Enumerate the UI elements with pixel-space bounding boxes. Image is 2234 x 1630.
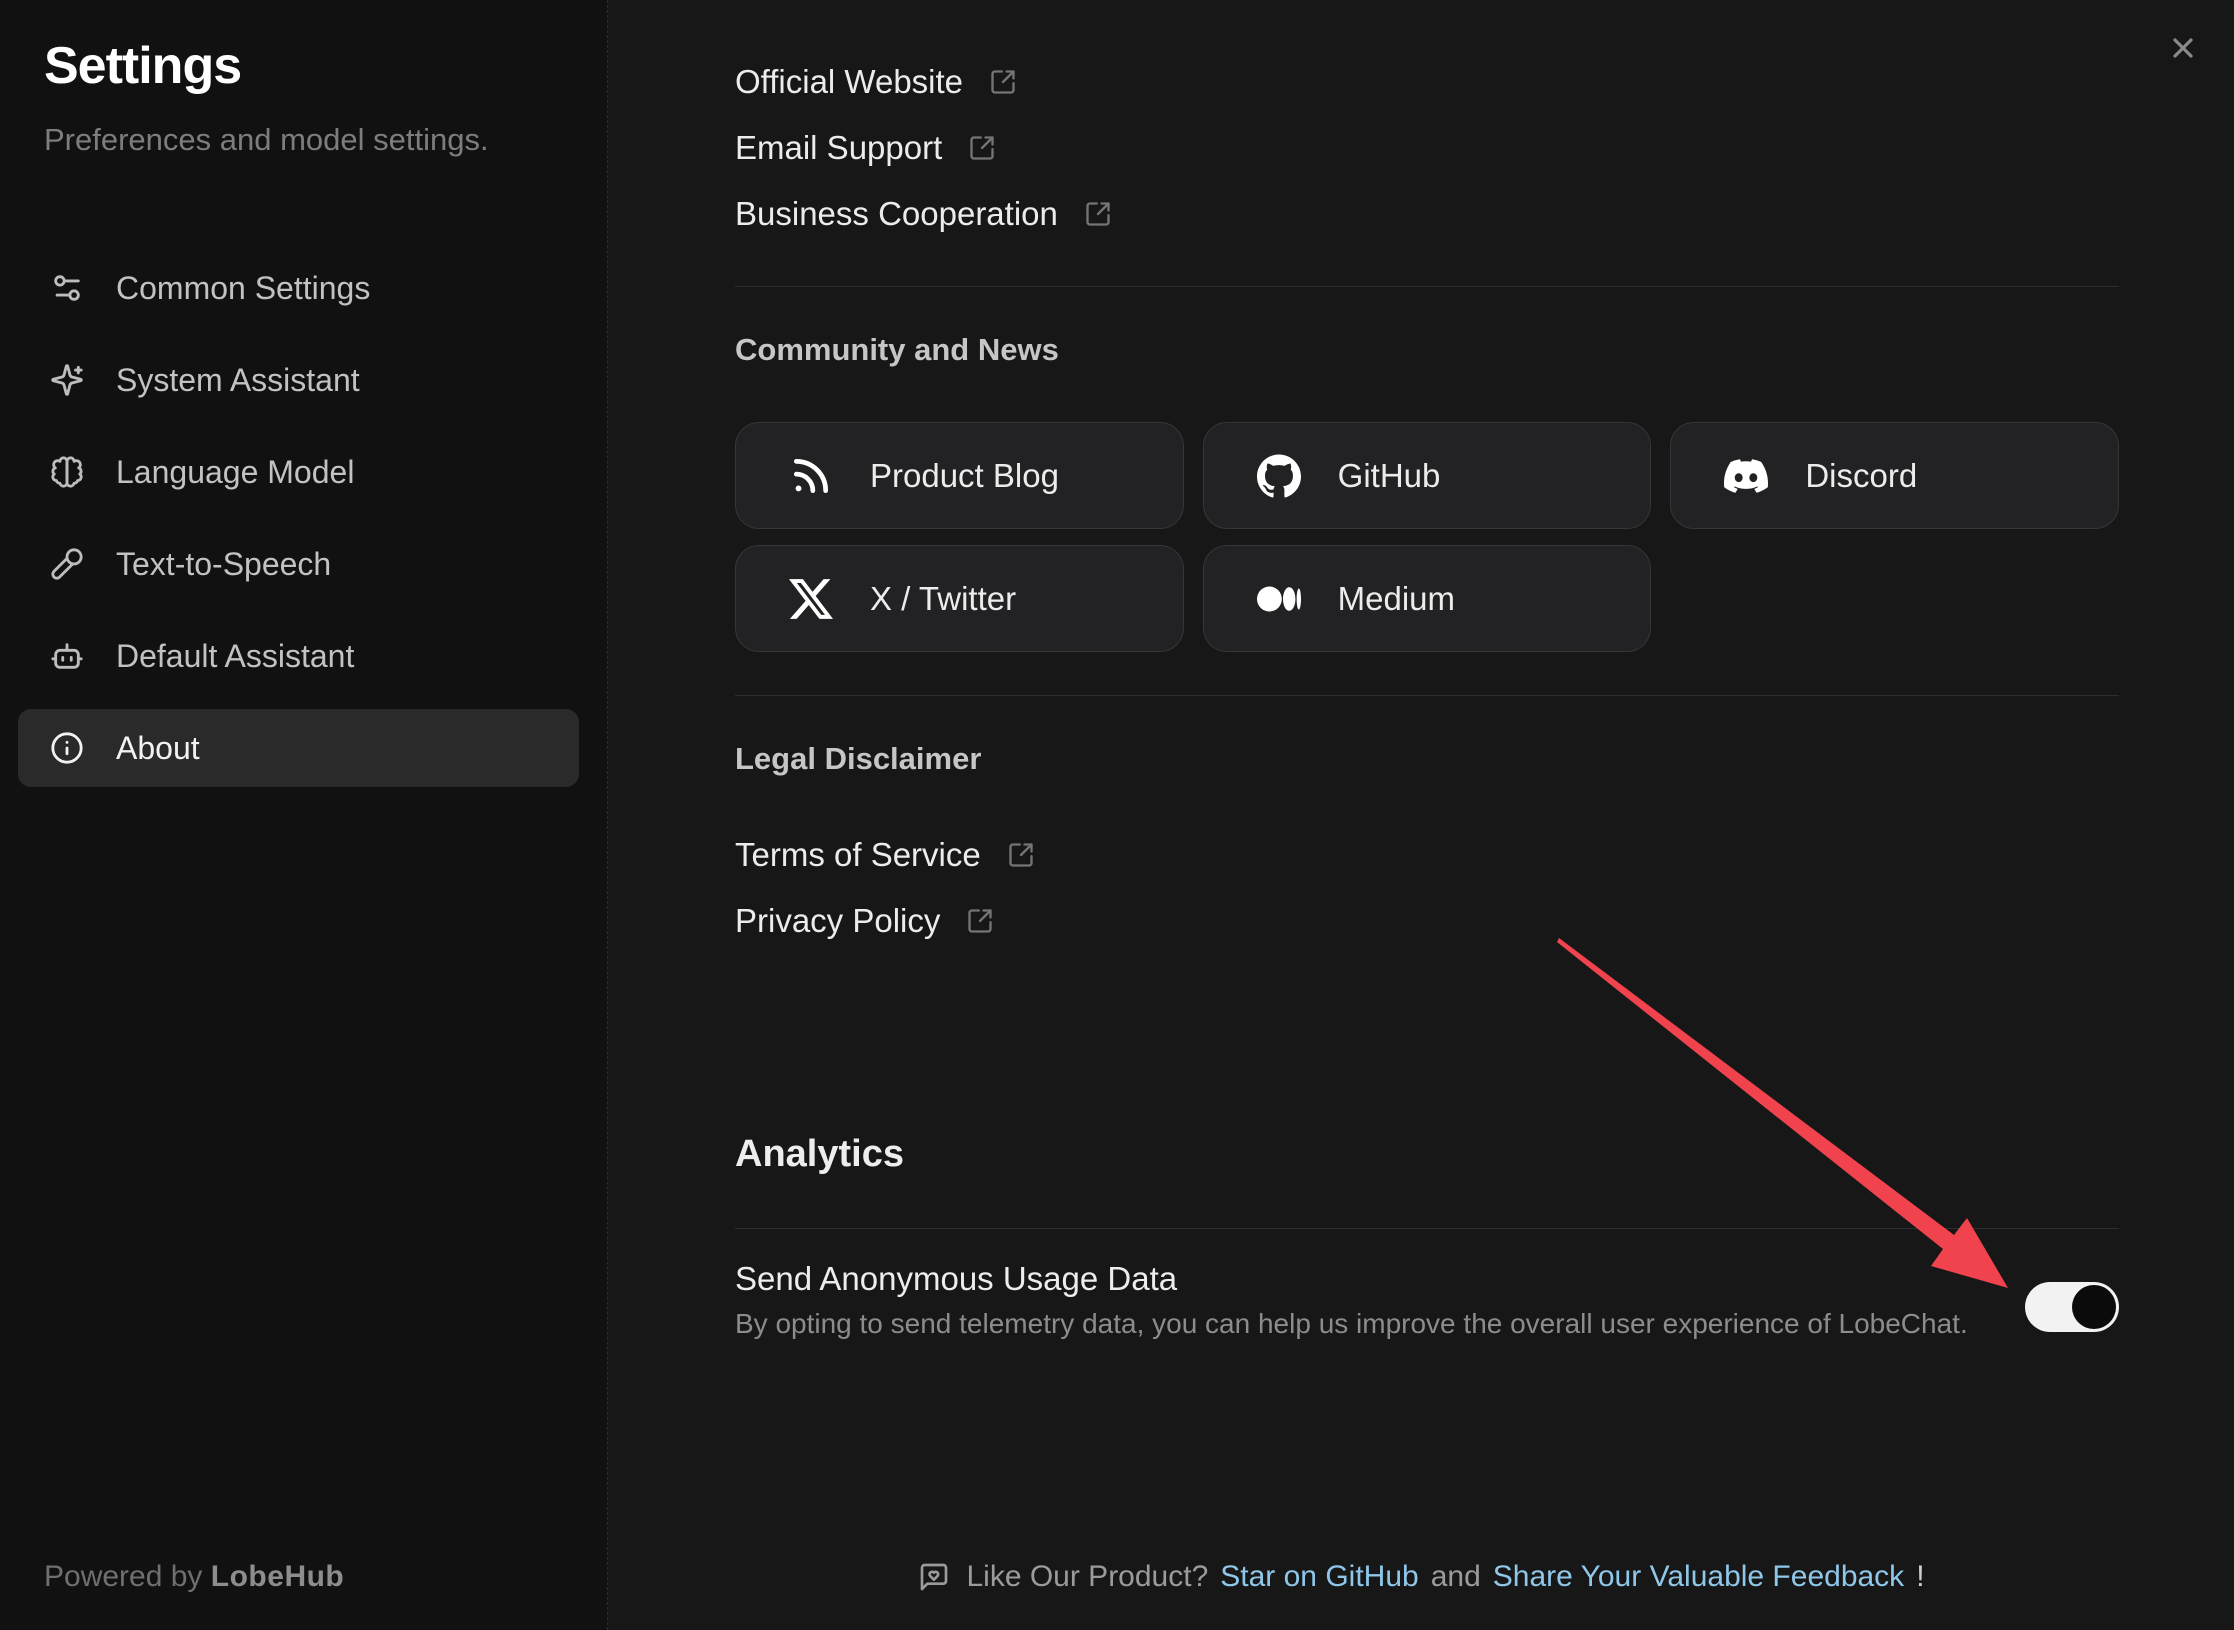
discord-button[interactable]: Discord (1670, 422, 2119, 529)
medium-button[interactable]: Medium (1203, 545, 1652, 652)
terms-of-service-link[interactable]: Terms of Service (735, 822, 1035, 888)
link-label: Email Support (735, 129, 942, 167)
official-website-link[interactable]: Official Website (735, 49, 1017, 115)
about-panel: Contact Us Official Website Email Suppor… (609, 0, 2234, 1630)
section-divider (735, 1228, 2119, 1229)
page-subtitle: Preferences and model settings. (44, 122, 489, 158)
brain-icon (50, 455, 84, 489)
legal-heading: Legal Disclaimer (735, 741, 981, 777)
button-label: Product Blog (870, 457, 1059, 495)
sidebar-item-label: Language Model (116, 454, 354, 491)
settings-sidebar: Settings Preferences and model settings.… (0, 0, 608, 1630)
section-divider (735, 695, 2119, 696)
product-footer: Like Our Product? Star on GitHub and Sha… (609, 1560, 2234, 1594)
sidebar-item-label: Common Settings (116, 270, 370, 307)
message-heart-icon (918, 1561, 950, 1593)
share-feedback-link[interactable]: Share Your Valuable Feedback (1493, 1560, 1904, 1594)
section-divider (735, 286, 2119, 287)
community-buttons: Product Blog GitHub Discord (735, 422, 2119, 652)
usage-data-description: By opting to send telemetry data, you ca… (735, 1302, 2119, 1346)
sidebar-item-label: Default Assistant (116, 638, 354, 675)
business-cooperation-link[interactable]: Business Cooperation (735, 181, 1112, 247)
sidebar-item-label: Text-to-Speech (116, 546, 331, 583)
sidebar-item-label: System Assistant (116, 362, 360, 399)
github-button[interactable]: GitHub (1203, 422, 1652, 529)
button-label: Discord (1805, 457, 1917, 495)
powered-by-text: Powered by (44, 1560, 202, 1593)
link-label: Privacy Policy (735, 902, 940, 940)
sidebar-menu: Common Settings System Assistant Languag… (18, 249, 579, 801)
x-twitter-button[interactable]: X / Twitter (735, 545, 1184, 652)
analytics-heading: Analytics (735, 1133, 904, 1176)
x-twitter-icon (788, 576, 834, 622)
external-link-icon (1007, 841, 1035, 869)
button-label: X / Twitter (870, 580, 1016, 618)
medium-icon (1256, 576, 1302, 622)
link-label: Terms of Service (735, 836, 981, 874)
powered-by: Powered by LobeHub (44, 1560, 344, 1594)
toggle-knob (2072, 1285, 2116, 1329)
rss-icon (788, 453, 834, 499)
sidebar-item-system-assistant[interactable]: System Assistant (18, 341, 579, 419)
link-label: Official Website (735, 63, 963, 101)
usage-toggle[interactable] (2025, 1282, 2119, 1332)
discord-icon (1723, 453, 1769, 499)
info-icon (50, 731, 84, 765)
footer-text: ! (1916, 1560, 1924, 1594)
contact-heading: Contact Us (735, 0, 899, 6)
settings-modal: Settings Preferences and model settings.… (0, 0, 2234, 1630)
button-label: Medium (1338, 580, 1455, 618)
usage-data-setting: Send Anonymous Usage Data By opting to s… (735, 1256, 2119, 1346)
external-link-icon (1084, 200, 1112, 228)
external-link-icon (966, 907, 994, 935)
sidebar-item-common-settings[interactable]: Common Settings (18, 249, 579, 327)
external-link-icon (968, 134, 996, 162)
sidebar-item-default-assistant[interactable]: Default Assistant (18, 617, 579, 695)
footer-text: Like Our Product? (966, 1560, 1208, 1594)
external-link-icon (989, 68, 1017, 96)
usage-data-label: Send Anonymous Usage Data (735, 1256, 2119, 1302)
email-support-link[interactable]: Email Support (735, 115, 996, 181)
close-button[interactable] (2161, 26, 2205, 70)
community-heading: Community and News (735, 332, 1059, 368)
github-icon (1256, 453, 1302, 499)
sidebar-item-text-to-speech[interactable]: Text-to-Speech (18, 525, 579, 603)
sidebar-item-about[interactable]: About (18, 709, 579, 787)
link-label: Business Cooperation (735, 195, 1058, 233)
about-content: Contact Us Official Website Email Suppor… (735, 0, 2119, 1630)
sidebar-item-label: About (116, 730, 200, 767)
footer-text: and (1431, 1560, 1481, 1594)
privacy-policy-link[interactable]: Privacy Policy (735, 888, 994, 954)
page-title: Settings (44, 36, 241, 96)
product-blog-button[interactable]: Product Blog (735, 422, 1184, 529)
star-on-github-link[interactable]: Star on GitHub (1220, 1560, 1418, 1594)
mic-vocal-icon (50, 547, 84, 581)
button-label: GitHub (1338, 457, 1441, 495)
bot-icon (50, 639, 84, 673)
sparkles-icon (50, 363, 84, 397)
sliders-icon (50, 271, 84, 305)
lobehub-brand: LobeHub (211, 1560, 344, 1593)
sidebar-item-language-model[interactable]: Language Model (18, 433, 579, 511)
